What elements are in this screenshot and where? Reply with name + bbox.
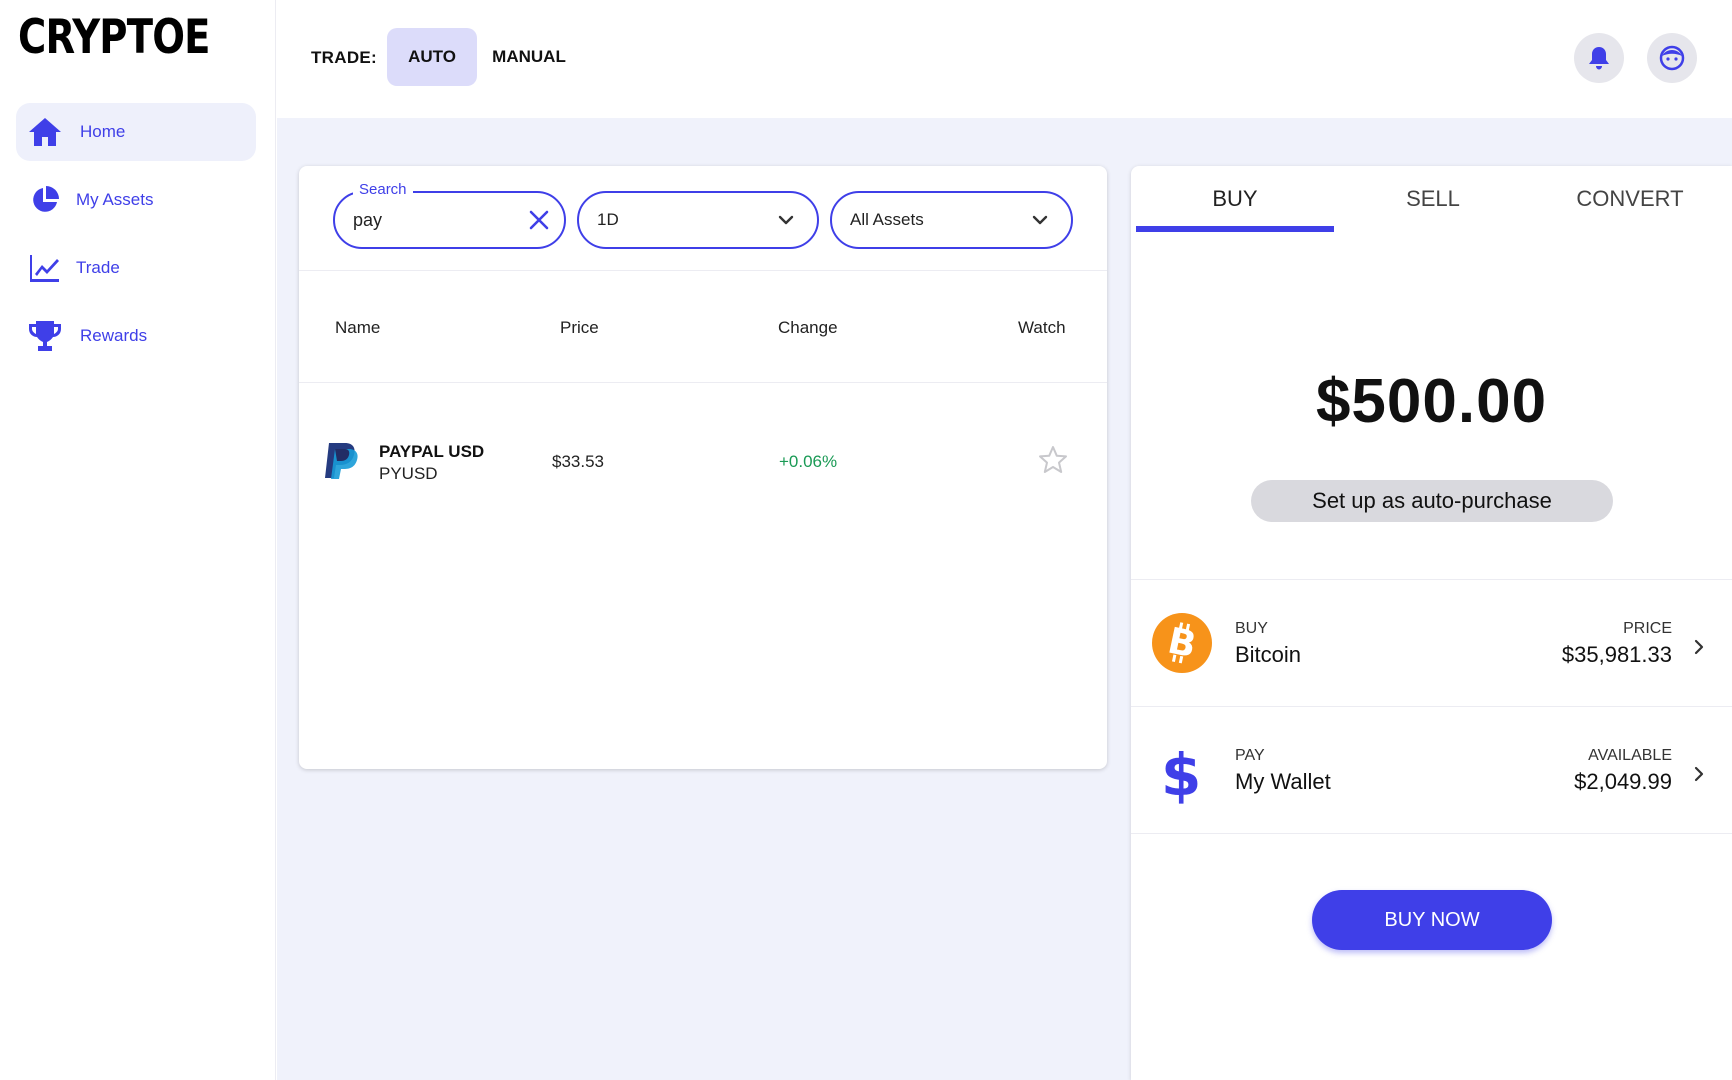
search-input[interactable] (353, 209, 503, 231)
column-header-name[interactable]: Name (335, 318, 380, 338)
chevron-down-icon (1031, 211, 1049, 234)
tab-sell[interactable]: SELL (1334, 186, 1532, 212)
bell-icon (1589, 47, 1609, 70)
sidebar-item-label: Home (80, 122, 126, 141)
tab-convert[interactable]: CONVERT (1531, 186, 1729, 212)
sidebar-item-label: Trade (76, 258, 120, 277)
divider (299, 382, 1107, 383)
asset-type-value: All Assets (850, 210, 924, 229)
asset-price: $33.53 (552, 452, 604, 471)
pay-row-available-value: $2,049.99 (1574, 769, 1672, 794)
search-field[interactable]: Search (333, 181, 566, 249)
table-row[interactable]: PAYPAL USD PYUSD $33.53 +0.06% (299, 430, 1107, 510)
pay-row-available-label: AVAILABLE (1588, 747, 1672, 764)
home-icon (26, 114, 64, 150)
auto-mode-button[interactable]: AUTO (387, 28, 477, 86)
avatar-icon (1659, 45, 1685, 71)
buy-row-asset: Bitcoin (1235, 642, 1302, 667)
search-field-label: Search (353, 181, 413, 198)
sidebar-item-trade[interactable]: Trade (16, 239, 256, 297)
pie-chart-icon (26, 182, 64, 218)
paypal-icon (323, 442, 359, 485)
bitcoin-icon: B (1151, 612, 1213, 679)
sidebar-item-home[interactable]: Home (16, 103, 256, 161)
star-icon[interactable] (1037, 444, 1069, 481)
buy-row-price-label: PRICE (1623, 620, 1672, 637)
tab-buy[interactable]: BUY (1136, 186, 1334, 212)
buy-row-price-value: $35,981.33 (1561, 642, 1672, 667)
asset-type-select[interactable]: All Assets (830, 191, 1073, 249)
chevron-right-icon (1692, 765, 1706, 788)
time-range-select[interactable]: 1D (577, 191, 819, 249)
trade-mode-label: TRADE: (311, 48, 378, 67)
column-header-price[interactable]: Price (560, 318, 599, 338)
asset-change: +0.06% (779, 452, 838, 471)
dollar-icon: $ (1161, 741, 1202, 809)
app-logo[interactable]: CRYPTOE (18, 10, 210, 65)
asset-symbol: PYUSD (379, 464, 438, 483)
buy-asset-row[interactable]: B BUY Bitcoin PRICE $35,981.33 (1131, 580, 1732, 706)
top-bar: TRADE: AUTO MANUAL (277, 0, 1732, 118)
auto-purchase-button[interactable]: Set up as auto-purchase (1251, 480, 1613, 522)
sidebar-item-my-assets[interactable]: My Assets (16, 171, 256, 229)
pay-wallet-row[interactable]: $ PAY My Wallet AVAILABLE $2,049.99 (1131, 707, 1732, 833)
trade-panel: BUY SELL CONVERT $500.00 Set up as auto-… (1131, 166, 1732, 1080)
buy-row-kicker: BUY (1235, 620, 1268, 637)
pay-row-wallet: My Wallet (1235, 769, 1331, 794)
purchase-amount[interactable]: $500.00 (1131, 366, 1732, 437)
trophy-icon (26, 318, 64, 354)
sidebar-nav: Home My Assets Trade Rewards (16, 103, 256, 375)
chevron-right-icon (1692, 638, 1706, 661)
divider (1131, 833, 1732, 834)
buy-now-button[interactable]: BUY NOW (1312, 890, 1552, 950)
clear-search-icon[interactable] (528, 209, 550, 236)
pay-row-kicker: PAY (1235, 747, 1265, 764)
asset-list-card: Search 1D All Assets Name Price Change W… (299, 166, 1107, 769)
asset-name: PAYPAL USD (379, 442, 485, 461)
divider (299, 270, 1107, 271)
sidebar: CRYPTOE Home My Assets Trade Rewards (0, 0, 276, 1080)
column-header-watch[interactable]: Watch (1018, 318, 1066, 338)
time-range-value: 1D (597, 210, 619, 229)
column-header-change[interactable]: Change (778, 318, 838, 338)
sidebar-item-rewards[interactable]: Rewards (16, 307, 256, 365)
manual-mode-button[interactable]: MANUAL (487, 28, 571, 86)
line-chart-icon (26, 250, 64, 286)
chevron-down-icon (777, 211, 795, 234)
user-avatar-button[interactable] (1647, 33, 1697, 83)
notifications-button[interactable] (1574, 33, 1624, 83)
sidebar-item-label: My Assets (76, 190, 154, 209)
sidebar-item-label: Rewards (80, 326, 148, 345)
active-tab-indicator (1136, 226, 1334, 232)
